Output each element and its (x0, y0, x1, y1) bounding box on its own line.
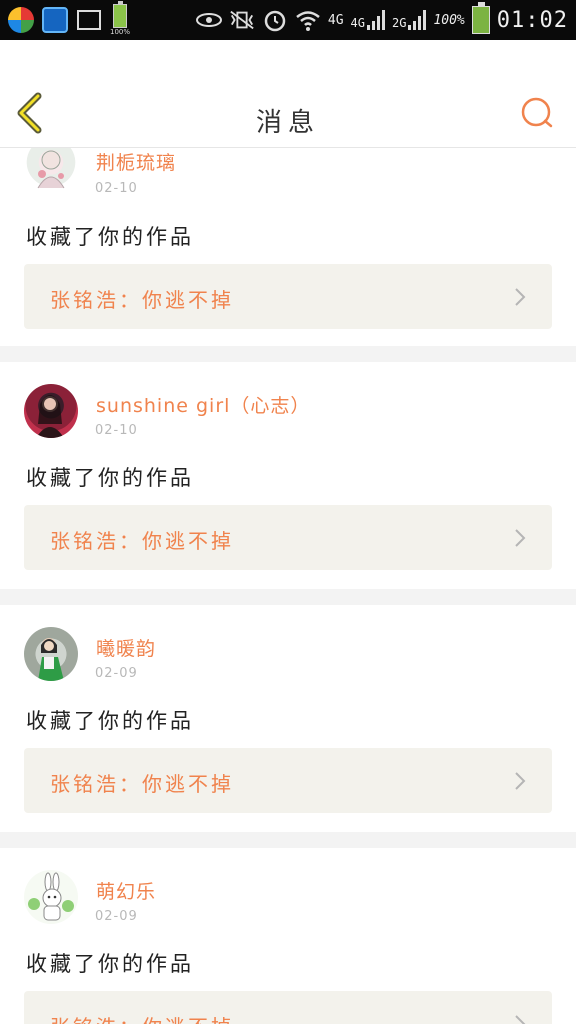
message-feed[interactable]: 荆栀琉璃 02-10 收藏了你的作品 张铭浩：你逃不掉 sunshine gir… (0, 148, 576, 1024)
avatar[interactable] (24, 870, 78, 924)
divider (0, 589, 576, 605)
wifi-icon (295, 7, 321, 33)
image-icon (76, 7, 102, 33)
notification-card: 曦暖韵 02-09 收藏了你的作品 张铭浩：你逃不掉 (0, 605, 576, 832)
work-title: 张铭浩：你逃不掉 (50, 772, 234, 796)
vibrate-off-icon (229, 7, 255, 33)
battery-icon (471, 2, 490, 34)
status-bar: 100% 4G 4G 2G 100% 01:02 (0, 0, 576, 40)
battery-small-icon: 100% (110, 1, 130, 36)
page-title: 消息 (255, 108, 320, 138)
search-icon (521, 97, 553, 128)
username[interactable]: 荆栀琉璃 (96, 148, 176, 175)
work-link[interactable]: 张铭浩：你逃不掉 (24, 748, 552, 813)
action-text: 收藏了你的作品 (26, 466, 194, 490)
wifi-hotspot-icon (42, 7, 68, 33)
divider (0, 346, 576, 362)
action-text: 收藏了你的作品 (26, 225, 194, 249)
timestamp: 02-09 (95, 666, 138, 681)
username[interactable]: 曦暖韵 (96, 634, 156, 661)
action-text: 收藏了你的作品 (26, 709, 194, 733)
username[interactable]: 萌幻乐 (96, 877, 156, 904)
notification-card: sunshine girl（心志） 02-10 收藏了你的作品 张铭浩：你逃不掉 (0, 362, 576, 589)
timestamp: 02-10 (95, 423, 138, 438)
chevron-right-icon (515, 288, 526, 306)
notification-card: 萌幻乐 02-09 收藏了你的作品 张铭浩：你逃不掉 (0, 848, 576, 1024)
work-link[interactable]: 张铭浩：你逃不掉 (24, 991, 552, 1024)
avatar[interactable] (24, 384, 78, 438)
chevron-right-icon (515, 1015, 526, 1024)
clock: 01:02 (496, 7, 568, 33)
timestamp: 02-10 (95, 181, 138, 196)
action-text: 收藏了你的作品 (26, 952, 194, 976)
avatar-girl-green-icon (38, 638, 64, 681)
battery-percent: 100% (433, 12, 465, 28)
divider (0, 832, 576, 848)
username[interactable]: sunshine girl（心志） (96, 391, 310, 418)
avatar-girl-dark-icon (36, 395, 64, 438)
app-notification-icon (8, 7, 34, 33)
signal-icon-2: 2G (392, 10, 427, 30)
alarm-icon (262, 7, 288, 33)
work-title: 张铭浩：你逃不掉 (50, 1011, 234, 1024)
timestamp: 02-09 (95, 909, 138, 924)
avatar[interactable] (24, 627, 78, 681)
avatar[interactable] (24, 148, 78, 192)
chevron-right-icon (515, 529, 526, 547)
avatar-rabbit-icon (28, 872, 74, 921)
search-button[interactable] (520, 96, 554, 130)
work-link[interactable]: 张铭浩：你逃不掉 (24, 264, 552, 329)
network-label-1: 4G (327, 12, 344, 28)
chevron-right-icon (515, 772, 526, 790)
app-header: 消息 (0, 40, 576, 148)
signal-icon-1: 4G (351, 10, 385, 30)
notification-card: 荆栀琉璃 02-10 收藏了你的作品 张铭浩：你逃不掉 (0, 148, 576, 346)
work-link[interactable]: 张铭浩：你逃不掉 (24, 505, 552, 570)
work-title: 张铭浩：你逃不掉 (50, 529, 234, 553)
work-title: 张铭浩：你逃不掉 (50, 288, 234, 312)
avatar-girl-sketch-icon (37, 150, 65, 189)
eye-icon (195, 7, 222, 33)
